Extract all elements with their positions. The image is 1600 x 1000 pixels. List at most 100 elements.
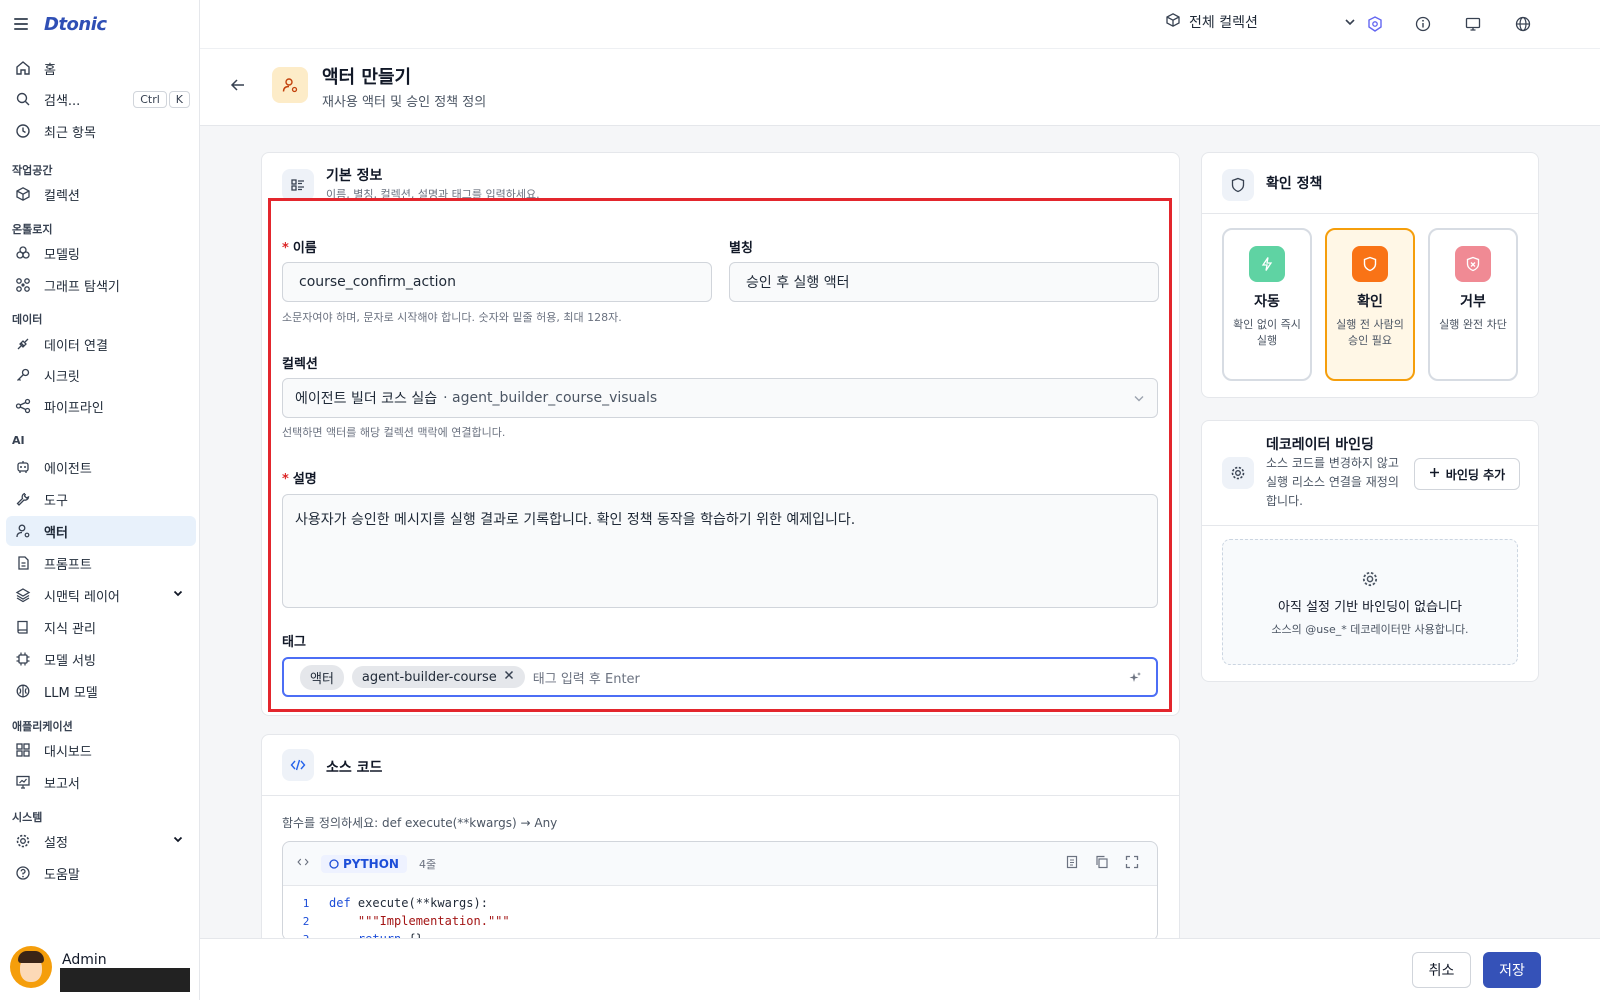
chevron-down-icon bbox=[1343, 15, 1357, 33]
sidebar-item-graph-explorer[interactable]: 그래프 탐색기 bbox=[6, 270, 196, 300]
kbd-k: K bbox=[168, 90, 190, 108]
collection-select[interactable]: 에이전트 빌더 코스 실습 · agent_builder_course_vis… bbox=[282, 378, 1158, 418]
format-icon[interactable] bbox=[1065, 855, 1079, 873]
sidebar-item-label: 도움말 bbox=[44, 867, 80, 883]
code-icon bbox=[282, 749, 314, 781]
add-binding-button[interactable]: 바인딩 추가 bbox=[1414, 458, 1520, 490]
sidebar-item-label: 보고서 bbox=[44, 776, 80, 792]
sidebar-item-modeling[interactable]: 모델링 bbox=[6, 238, 196, 268]
page-subtitle: 재사용 액터 및 승인 정책 정의 bbox=[322, 95, 487, 110]
sidebar-item-secret[interactable]: 시크릿 bbox=[6, 360, 196, 390]
sidebar-item-model-serving[interactable]: 모델 서빙 bbox=[6, 644, 196, 674]
save-button[interactable]: 저장 bbox=[1483, 952, 1541, 988]
sparkle-icon[interactable] bbox=[1128, 671, 1142, 689]
globe-icon[interactable] bbox=[1513, 14, 1533, 34]
redacted-email bbox=[60, 968, 190, 992]
sidebar-item-report[interactable]: 보고서 bbox=[6, 767, 196, 797]
gear-icon bbox=[1223, 570, 1517, 592]
sidebar-item-label: 파이프라인 bbox=[44, 400, 104, 416]
sidebar-item-settings[interactable]: 설정 bbox=[6, 826, 196, 856]
empty-title: 아직 설정 기반 바인딩이 없습니다 bbox=[1278, 600, 1462, 615]
user-name: Admin bbox=[62, 952, 107, 968]
chevron-down-icon bbox=[172, 587, 184, 603]
sidebar-item-label: 컬렉션 bbox=[44, 188, 80, 204]
sidebar-item-semantic-layer[interactable]: 시맨틱 레이어 bbox=[6, 580, 196, 610]
sidebar-item-knowledge[interactable]: 지식 관리 bbox=[6, 612, 196, 642]
policy-deny[interactable]: 거부 실행 완전 차단 bbox=[1428, 228, 1518, 381]
home-icon bbox=[14, 59, 32, 77]
card-title: 확인 정책 bbox=[1266, 176, 1323, 192]
tags-label: 태그 bbox=[282, 635, 306, 650]
sidebar-item-collection[interactable]: 컬렉션 bbox=[6, 179, 196, 209]
monitor-icon[interactable] bbox=[1463, 14, 1483, 34]
plug-icon bbox=[14, 335, 32, 353]
name-field[interactable]: course_confirm_action bbox=[282, 262, 712, 302]
sidebar-item-pipeline[interactable]: 파이프라인 bbox=[6, 391, 196, 421]
policy-confirm[interactable]: 확인 실행 전 사람의 승인 필요 bbox=[1325, 228, 1415, 381]
sidebar-item-home[interactable]: 홈 bbox=[6, 53, 196, 83]
kubernetes-icon[interactable] bbox=[1365, 14, 1385, 34]
tag-chip[interactable]: 액터 bbox=[300, 664, 344, 690]
sidebar-item-label: 모델링 bbox=[44, 247, 80, 263]
policy-auto[interactable]: 자동 확인 없이 즉시 실행 bbox=[1222, 228, 1312, 381]
help-icon bbox=[14, 864, 32, 882]
user-gear-icon bbox=[14, 522, 32, 540]
sidebar-item-tool[interactable]: 도구 bbox=[6, 484, 196, 514]
sidebar-item-search[interactable]: 검색... Ctrl K bbox=[6, 84, 196, 114]
page-header: 액터 만들기 재사용 액터 및 승인 정책 정의 bbox=[200, 48, 1600, 126]
brain-icon bbox=[14, 682, 32, 700]
decorator-desc: 소스 코드를 변경하지 않고 실행 리소스 연결을 재정의합니다. bbox=[1266, 456, 1399, 508]
sidebar-item-prompt[interactable]: 프롬프트 bbox=[6, 548, 196, 578]
shortcut-hint: Ctrl K bbox=[133, 90, 190, 108]
close-icon[interactable] bbox=[503, 669, 515, 685]
section-ontology: 온톨로지 bbox=[12, 223, 53, 236]
copy-icon[interactable] bbox=[1095, 855, 1109, 873]
sidebar-item-label: 대시보드 bbox=[44, 744, 92, 760]
sidebar-item-data-connection[interactable]: 데이터 연결 bbox=[6, 329, 196, 359]
collection-selector[interactable]: 전체 컬렉션 bbox=[1165, 12, 1355, 32]
bolt-icon bbox=[1249, 246, 1285, 282]
back-arrow-icon[interactable] bbox=[230, 77, 246, 97]
decorator-card: 데코레이터 바인딩 소스 코드를 변경하지 않고 실행 리소스 연결을 재정의합… bbox=[1201, 420, 1539, 682]
shield-off-icon bbox=[1455, 246, 1491, 282]
policy-name: 확인 bbox=[1357, 294, 1383, 310]
policy-name: 자동 bbox=[1254, 294, 1280, 310]
code-body[interactable]: 1 def execute(**kwargs): 2 """Implementat… bbox=[283, 886, 1157, 940]
kbd-ctrl: Ctrl bbox=[133, 90, 167, 108]
chip-icon bbox=[14, 650, 32, 668]
card-title: 소스 코드 bbox=[326, 760, 383, 776]
tag-chip[interactable]: agent-builder-course bbox=[351, 666, 525, 688]
code-icon bbox=[297, 856, 309, 872]
app-logo[interactable]: Dtonic bbox=[44, 14, 107, 35]
empty-desc: 소스의 @use_* 데코레이터만 사용합니다. bbox=[1271, 623, 1469, 636]
plus-icon bbox=[1429, 467, 1440, 481]
language-badge: PYTHON bbox=[321, 854, 407, 873]
info-icon[interactable] bbox=[1413, 14, 1433, 34]
fullscreen-icon[interactable] bbox=[1125, 855, 1139, 873]
sidebar-item-dashboard[interactable]: 대시보드 bbox=[6, 735, 196, 765]
policy-desc: 실행 완전 차단 bbox=[1439, 318, 1507, 331]
tags-placeholder: 태그 입력 후 Enter bbox=[532, 671, 640, 687]
cube-icon bbox=[1165, 12, 1181, 32]
collection-hint: 선택하면 액터를 해당 컬렉션 맥락에 연결합니다. bbox=[282, 426, 506, 439]
sidebar-item-label: 지식 관리 bbox=[44, 621, 96, 637]
description-textarea[interactable]: 사용자가 승인한 메시지를 실행 결과로 기록합니다. 확인 정책 동작을 학습… bbox=[282, 494, 1158, 608]
share-icon bbox=[14, 397, 32, 415]
cancel-button[interactable]: 취소 bbox=[1412, 952, 1471, 988]
robot-icon bbox=[14, 458, 32, 476]
tags-input[interactable]: 액터 agent-builder-course 태그 입력 후 Enter bbox=[282, 657, 1158, 697]
code-editor[interactable]: PYTHON 4줄 1 def execute(**kwargs): 2 """I… bbox=[282, 841, 1158, 941]
clock-icon bbox=[14, 122, 32, 140]
policy-desc: 확인 없이 즉시 실행 bbox=[1233, 318, 1301, 347]
sidebar-item-actor[interactable]: 액터 bbox=[6, 516, 196, 546]
code-toolbar: PYTHON 4줄 bbox=[283, 842, 1157, 886]
brand-row: Dtonic bbox=[0, 0, 199, 48]
sidebar-item-llm-model[interactable]: LLM 모델 bbox=[6, 676, 196, 706]
description-label: * 설명 bbox=[282, 472, 317, 487]
menu-icon[interactable] bbox=[14, 18, 28, 30]
sidebar-item-agent[interactable]: 에이전트 bbox=[6, 452, 196, 482]
sidebar-item-help[interactable]: 도움말 bbox=[6, 858, 196, 888]
alias-field[interactable]: 승인 후 실행 액터 bbox=[729, 262, 1159, 302]
page-title: 액터 만들기 bbox=[322, 67, 412, 88]
sidebar-item-recent[interactable]: 최근 항목 bbox=[6, 116, 196, 146]
